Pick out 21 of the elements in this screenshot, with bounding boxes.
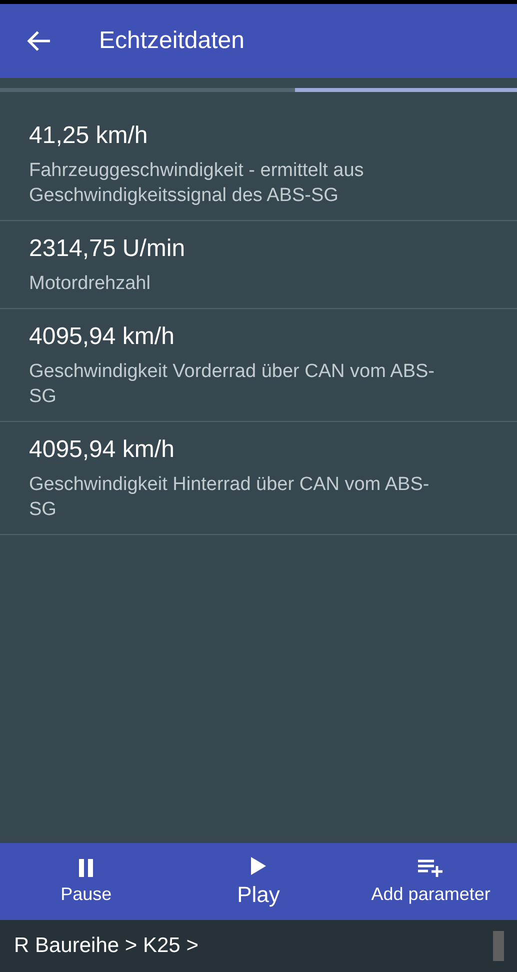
reading-description: Geschwindigkeit Vorderrad über CAN vom ABS-SG [29,360,436,409]
playlist-add-icon [416,858,445,878]
reading-description: Geschwindigkeit Hinterrad über CAN vom ABS-SG [29,473,430,522]
reading-value: 4095,94 km/h [29,323,176,351]
reading-value: 41,25 km/h [29,122,149,150]
reading-description: Motordrehzahl [29,272,152,296]
reading-value: 4095,94 km/h [29,436,176,464]
breadcrumb: R Baureihe > K25 > [14,934,198,958]
action-label: Play [237,882,280,908]
reading-description: Fahrzeuggeschwindigkeit - ermittelt aus Geschwindigkeitssignal des ABS-SG [29,159,365,208]
back-arrow-icon[interactable] [26,30,52,52]
action-button[interactable]: Play [172,843,345,920]
pause-icon [77,858,96,878]
action-label: Pause [60,884,112,905]
action-button[interactable]: Add parameter [344,843,517,920]
scroll-thumb [493,931,504,961]
screen-title: Echtzeitdaten [99,27,244,55]
play-icon [249,856,268,876]
reading-value: 2314,75 U/min [29,235,186,263]
action-button[interactable]: Pause [0,843,172,920]
action-label: Add parameter [371,884,490,905]
